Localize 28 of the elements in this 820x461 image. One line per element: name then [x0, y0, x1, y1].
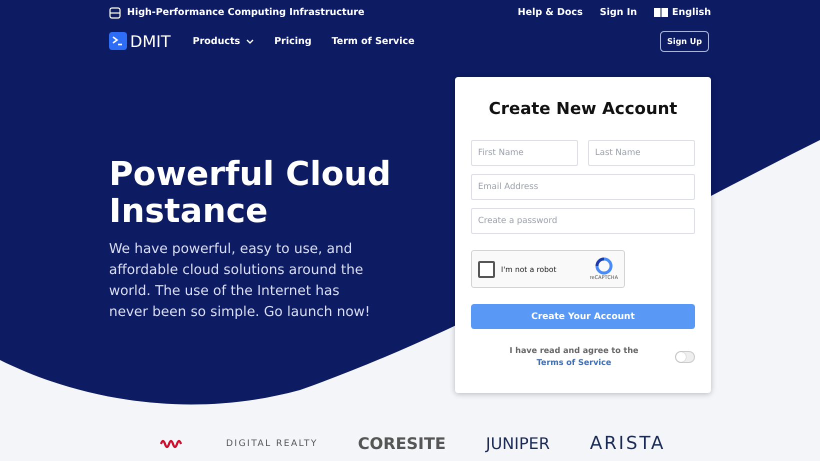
input-field[interactable]: Last Name: [588, 140, 695, 166]
agree-toggle[interactable]: [675, 351, 695, 363]
tagline: High-Performance Computing Infrastructure: [127, 7, 364, 18]
agree-text: I have read and agree to the Terms of Service: [508, 345, 640, 369]
top-link[interactable]: Sign In: [600, 7, 638, 18]
captcha-checkbox[interactable]: [478, 260, 495, 278]
terminal-icon: [109, 32, 127, 50]
input-field[interactable]: Email Address: [471, 174, 695, 200]
chevron-down-icon: [246, 38, 254, 44]
hero-title: Powerful Cloud Instance: [109, 155, 392, 229]
input-field[interactable]: Create a password: [471, 208, 695, 234]
brand-logo[interactable]: DMIT: [109, 32, 171, 50]
form-title: Create New Account: [488, 99, 678, 118]
nav-link[interactable]: Term of Service: [332, 36, 415, 46]
nav-link[interactable]: Pricing: [274, 36, 312, 46]
partner-logo: CORESITE: [358, 434, 446, 453]
partner-logo: JUNIPER: [486, 434, 550, 453]
top-link[interactable]: Help & Docs: [518, 7, 583, 18]
terms-link[interactable]: Terms of Service: [536, 358, 612, 367]
sign-up-button[interactable]: Sign Up: [660, 30, 709, 52]
hero-text: We have powerful, easy to use, and affordable cloud solutions around the world. The use of the Internet has never been so simple. Go launch now!: [109, 240, 372, 322]
language-selector[interactable]: English: [654, 7, 711, 18]
partner-logo: ARISTA: [590, 433, 666, 454]
nav-link[interactable]: Products: [192, 36, 254, 46]
server-icon: [109, 6, 121, 18]
partner-logo: DIGITAL REALTY: [226, 438, 318, 448]
input-field[interactable]: First Name: [471, 140, 578, 166]
recaptcha-icon: [594, 257, 613, 275]
